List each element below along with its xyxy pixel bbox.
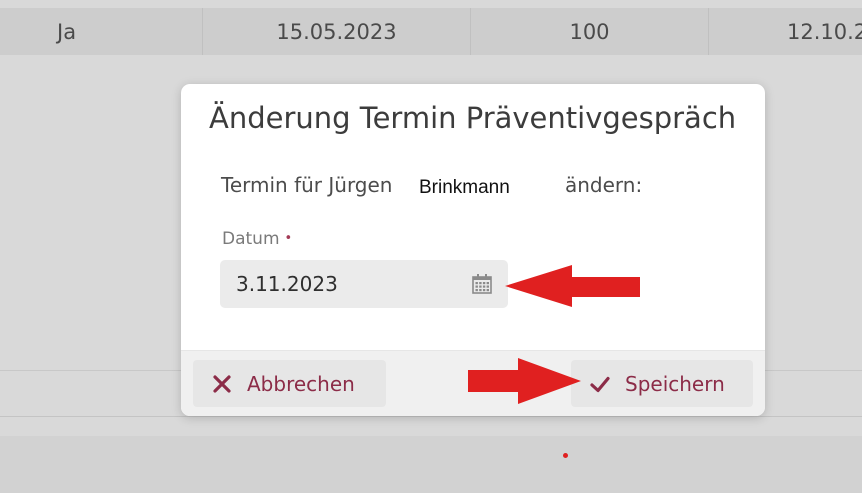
- table-cell: Ja: [0, 8, 203, 55]
- message-text-after: ändern:: [565, 173, 643, 197]
- cancel-button[interactable]: Abbrechen: [193, 360, 386, 407]
- divider: [0, 416, 862, 417]
- close-icon: [213, 374, 231, 393]
- table-row[interactable]: Ja 15.05.2023 100 12.10.2: [0, 8, 862, 55]
- red-arrow-right: [468, 358, 581, 404]
- table-cell: 100: [471, 8, 709, 55]
- annotation-dot: [563, 453, 568, 458]
- checkmark-icon: [590, 376, 610, 392]
- table-cell: 15.05.2023: [203, 8, 471, 55]
- date-input[interactable]: [236, 272, 456, 296]
- red-arrow-left: [505, 265, 640, 307]
- save-button[interactable]: Speichern: [571, 360, 753, 407]
- background-band: [0, 436, 862, 493]
- cancel-button-label: Abbrechen: [247, 371, 355, 396]
- save-button-label: Speichern: [625, 371, 725, 396]
- message-text-before: Termin für Jürgen: [221, 173, 393, 197]
- required-marker: •: [284, 231, 293, 246]
- date-field[interactable]: [220, 260, 508, 308]
- dialog-title: Änderung Termin Präventivgespräch: [209, 101, 737, 135]
- person-name: Brinkmann: [419, 177, 510, 198]
- date-field-label: Datum •: [222, 229, 292, 249]
- calendar-icon[interactable]: [470, 272, 494, 296]
- table-cell: 12.10.2: [787, 19, 862, 44]
- dialog-message: Termin für Jürgen Brinkmann ändern:: [221, 173, 741, 207]
- date-label-text: Datum: [222, 229, 280, 249]
